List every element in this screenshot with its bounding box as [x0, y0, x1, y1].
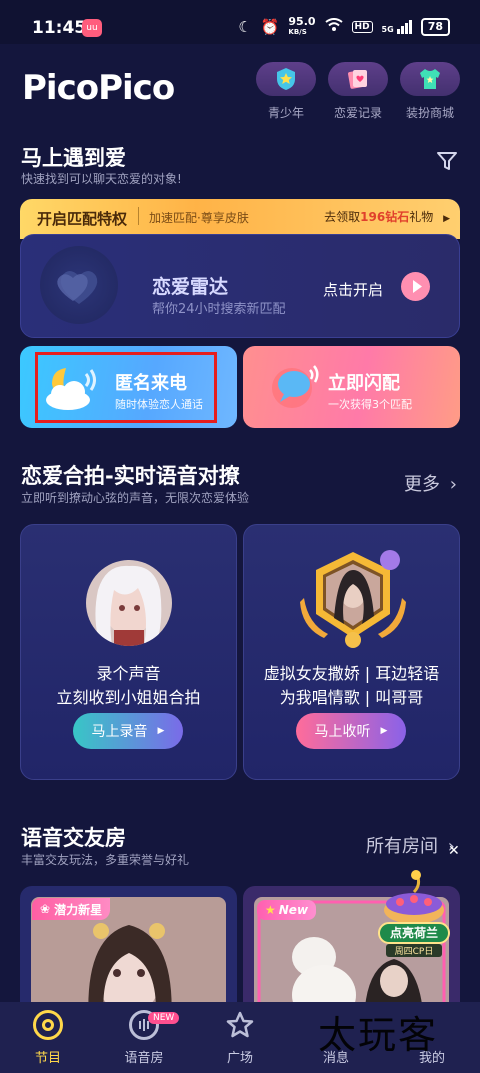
- record-now-button[interactable]: 马上录音 ▶: [73, 713, 183, 749]
- radar-heart-icon: [40, 246, 118, 324]
- all-rooms-link[interactable]: 所有房间 ›: [366, 832, 455, 858]
- shirt-icon: [420, 69, 440, 89]
- nav-program-label: 节目: [34, 1051, 61, 1066]
- claim-diamonds: 196钻石: [360, 210, 410, 224]
- duet-more-label: 更多: [404, 474, 440, 495]
- new-badge: NEW: [148, 1012, 180, 1024]
- record-now-label: 马上录音: [91, 724, 148, 740]
- shield-star-icon: [277, 68, 295, 90]
- privilege-divider: [138, 207, 139, 225]
- net-speed: 95.0: [288, 15, 316, 28]
- plaza-icon: [225, 1010, 255, 1040]
- rooms-section-subtitle: 丰富交友玩法，多重荣誉与好礼: [21, 853, 190, 867]
- chat-bubble-icon: [266, 362, 326, 416]
- duet-section-subtitle: 立即听到撩动心弦的声音，无限次恋爱体验: [21, 491, 250, 505]
- nav-plaza-label: 广场: [226, 1051, 253, 1066]
- claim-suffix: 礼物: [409, 210, 434, 224]
- listen-card-line2: 为我唱情歌 | 叫哥哥: [279, 688, 424, 707]
- filter-icon[interactable]: [436, 150, 458, 176]
- status-time: 11:45: [32, 18, 87, 38]
- match-section-subtitle: 快速找到可以聊天恋爱的对象!: [21, 172, 182, 186]
- star-icon: ★: [265, 903, 276, 917]
- triangle-right-icon: ▶: [443, 214, 450, 224]
- nav-plaza[interactable]: 广场: [192, 1010, 288, 1066]
- teen-mode-button[interactable]: [256, 62, 316, 96]
- promo-label: 点亮荷兰: [378, 922, 450, 944]
- battery-indicator: 78: [420, 18, 450, 36]
- room-tag-rising-label: 潜力新星: [54, 902, 103, 917]
- privilege-title: 开启匹配特权: [37, 210, 128, 228]
- teen-mode-label: 青少年: [267, 106, 304, 120]
- flash-match-subtitle: 一次获得3个匹配: [328, 398, 412, 411]
- cake-icon: [384, 870, 444, 924]
- match-section-title: 马上遇到爱: [21, 146, 126, 170]
- flame-icon: ❀: [40, 902, 51, 916]
- watermark-text: 太玩客: [318, 1013, 439, 1057]
- love-record-button[interactable]: [328, 62, 388, 96]
- all-rooms-label: 所有房间: [366, 836, 438, 857]
- promo-sub: 周四CP日: [386, 944, 442, 957]
- signal-icon: 5G: [382, 20, 412, 34]
- play-icon: ▶: [157, 726, 165, 736]
- dress-shop-label: 装扮商城: [405, 106, 454, 120]
- privilege-claim[interactable]: 去领取196钻石礼物 ▶: [324, 208, 450, 225]
- play-icon[interactable]: [401, 272, 430, 301]
- love-card-icon: [348, 70, 367, 89]
- flash-match-title: 立即闪配: [328, 373, 400, 394]
- highlight-box: [35, 352, 217, 423]
- radar-start-label[interactable]: 点击开启: [323, 279, 383, 300]
- rooms-section-title: 语音交友房: [21, 826, 126, 850]
- status-indicators: ☾ ⏰ 95.0 KB/S HD 5G 78: [238, 15, 450, 37]
- room-tag-new-label: New: [278, 903, 309, 917]
- play-icon: ▶: [380, 726, 388, 736]
- nav-voice-room-label: 语音房: [124, 1051, 164, 1066]
- close-icon[interactable]: ✕: [448, 843, 460, 859]
- room-tag-new: ★ New: [257, 900, 317, 920]
- listen-card-line1: 虚拟女友撒娇 | 耳边轻语: [263, 664, 440, 683]
- privilege-subtitle: 加速匹配·尊享皮肤: [149, 211, 249, 225]
- dress-shop-button[interactable]: [400, 62, 460, 96]
- alarm-icon: ⏰: [260, 18, 280, 36]
- room-tag-rising: ❀ 潜力新星: [32, 898, 111, 920]
- moon-icon: ☾: [238, 18, 252, 36]
- nav-program[interactable]: 节目: [0, 1010, 96, 1066]
- duet-section-title: 恋爱合拍-实时语音对撩: [21, 464, 240, 488]
- wifi-icon: [324, 18, 343, 36]
- record-card-line1: 录个声音: [96, 664, 161, 683]
- duet-more-link[interactable]: 更多 ›: [404, 470, 457, 496]
- hd-icon: HD: [351, 21, 373, 33]
- app-notification-icon: uu: [82, 19, 102, 37]
- radar-title: 恋爱雷达: [152, 276, 229, 298]
- program-icon: [33, 1010, 63, 1040]
- app-logo: PicoPico: [22, 68, 175, 108]
- record-card-line2: 立刻收到小姐姐合拍: [56, 688, 201, 707]
- listen-now-button[interactable]: 马上收听 ▶: [296, 713, 406, 749]
- net-speed-unit: KB/S: [288, 28, 307, 36]
- chevron-right-icon: ›: [449, 474, 457, 495]
- listen-now-label: 马上收听: [314, 724, 371, 740]
- gold-frame-avatar: [298, 548, 408, 658]
- girl-avatar: [86, 560, 172, 646]
- promo-badge[interactable]: 点亮荷兰 周四CP日: [376, 870, 452, 958]
- claim-prefix: 去领取: [324, 210, 361, 224]
- love-record-label: 恋爱记录: [333, 106, 382, 120]
- radar-subtitle: 帮你24小时搜索新匹配: [152, 302, 286, 317]
